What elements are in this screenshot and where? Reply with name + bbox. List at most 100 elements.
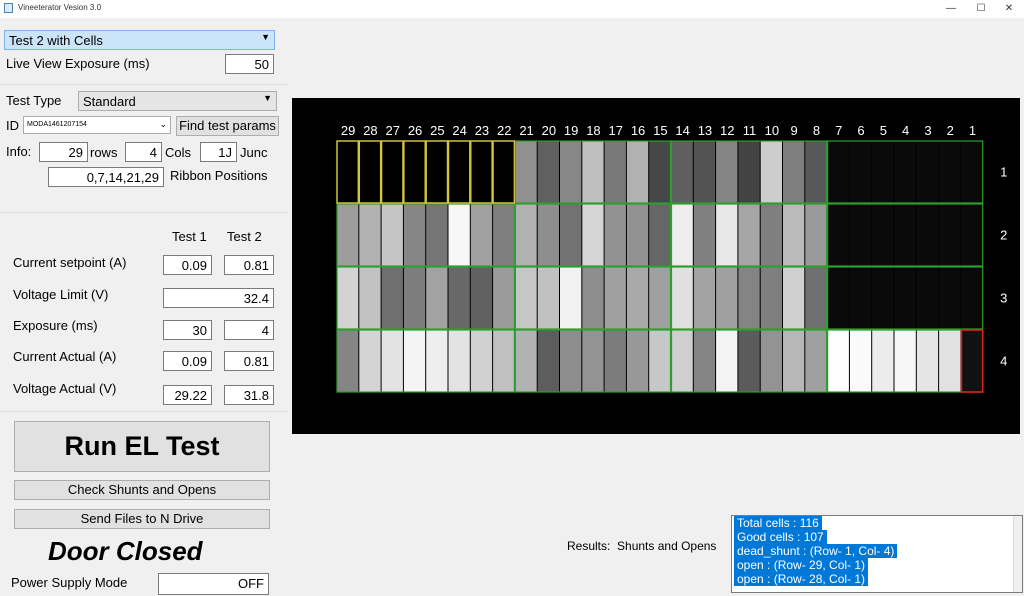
cell [849, 204, 872, 266]
test2-header: Test 2 [227, 229, 262, 244]
cell [649, 141, 671, 203]
cell [872, 330, 894, 392]
exposure-label: Exposure (ms) [13, 318, 98, 333]
column-label: 19 [564, 123, 578, 138]
cell [716, 267, 738, 329]
live-view-label: Live View Exposure (ms) [6, 56, 150, 71]
cell [894, 267, 916, 329]
close-button[interactable]: ✕ [994, 0, 1024, 18]
cell [738, 267, 760, 329]
column-label: 5 [880, 123, 887, 138]
results-list[interactable]: Total cells : 116 Good cells : 107 dead_… [731, 515, 1023, 593]
cell [359, 204, 381, 266]
cell [493, 141, 515, 203]
cell [604, 204, 626, 266]
current-setpoint-label: Current setpoint (A) [13, 255, 127, 270]
voltage-limit-input[interactable]: 32.4 [163, 288, 274, 308]
cell [760, 204, 782, 266]
cell [916, 330, 939, 392]
cell [783, 141, 805, 203]
cell [738, 204, 760, 266]
cell [560, 204, 582, 266]
results-line: Total cells : 116 [734, 516, 822, 530]
voltage-limit-label: Voltage Limit (V) [13, 287, 109, 302]
cell [337, 141, 359, 203]
cell [537, 267, 559, 329]
cell [426, 141, 448, 203]
cell [582, 141, 604, 203]
cell [805, 267, 827, 329]
cell [805, 141, 827, 203]
cell [738, 330, 760, 392]
test-type-select[interactable]: Standard ▼ [78, 91, 277, 111]
cell [671, 204, 693, 266]
column-label: 8 [813, 123, 820, 138]
test-select-value: Test 2 with Cells [9, 33, 103, 48]
row-label: 2 [1000, 228, 1007, 243]
column-label: 2 [947, 123, 954, 138]
exposure-test1-input[interactable]: 30 [163, 320, 212, 340]
column-label: 3 [924, 123, 931, 138]
cell [604, 330, 626, 392]
id-value: MODA1461207154 [27, 121, 87, 128]
cell [381, 204, 403, 266]
run-el-test-button[interactable]: Run EL Test [14, 421, 270, 472]
cell [849, 267, 872, 329]
cell [849, 330, 872, 392]
id-combo[interactable]: MODA1461207154 ⌄ [23, 116, 171, 134]
voltage-actual-test2-value: 31.8 [224, 385, 274, 405]
cell [403, 141, 426, 203]
exposure-test2-input[interactable]: 4 [224, 320, 274, 340]
live-view-exposure-input[interactable]: 50 [225, 54, 274, 74]
ribbon-positions-input[interactable]: 0,7,14,21,29 [48, 167, 164, 187]
door-status: Door Closed [48, 536, 203, 566]
cell [894, 330, 916, 392]
find-test-params-button[interactable]: Find test params [176, 116, 279, 136]
cell [939, 330, 961, 392]
test1-header: Test 1 [172, 229, 207, 244]
cols-input[interactable]: 4 [125, 142, 162, 162]
minimize-button[interactable]: — [936, 0, 966, 18]
cell [693, 330, 716, 392]
cell [626, 141, 649, 203]
rows-input[interactable]: 29 [39, 142, 88, 162]
cell [470, 204, 493, 266]
column-label: 14 [675, 123, 689, 138]
current-setpoint-test1-input[interactable]: 0.09 [163, 255, 212, 275]
cell [626, 267, 649, 329]
cell [961, 267, 983, 329]
results-label: Results: Shunts and Opens [567, 539, 716, 553]
cell [805, 330, 827, 392]
chevron-down-icon: ▼ [263, 93, 272, 103]
cell [359, 141, 381, 203]
send-files-button[interactable]: Send Files to N Drive [14, 509, 270, 529]
current-setpoint-test2-input[interactable]: 0.81 [224, 255, 274, 275]
column-label: 6 [857, 123, 864, 138]
results-line: open : (Row- 29, Col- 1) [734, 558, 869, 572]
cell [448, 330, 470, 392]
column-label: 24 [452, 123, 466, 138]
column-label: 11 [743, 123, 757, 138]
cell [961, 141, 983, 203]
results-scrollbar[interactable] [1013, 516, 1022, 592]
cell [337, 267, 359, 329]
divider [0, 411, 287, 412]
cell [493, 204, 515, 266]
test-select[interactable]: Test 2 with Cells ▼ [4, 30, 275, 50]
cell [426, 204, 448, 266]
current-actual-test1-value: 0.09 [163, 351, 212, 371]
cell [493, 267, 515, 329]
el-image-preview: 29 28 27 26 25 24 23 22 21 20 19 18 17 16 15 14 13 12 11 10… [292, 98, 1020, 434]
cell [827, 267, 849, 329]
cell [381, 141, 403, 203]
junc-input[interactable]: 1J [200, 142, 237, 162]
cell [649, 267, 671, 329]
cell [337, 204, 359, 266]
chevron-down-icon: ▼ [261, 32, 270, 42]
column-label: 28 [363, 123, 377, 138]
cell [872, 267, 894, 329]
cell [359, 330, 381, 392]
junc-label: Junc [240, 145, 268, 160]
check-shunts-button[interactable]: Check Shunts and Opens [14, 480, 270, 500]
maximize-button[interactable]: ☐ [966, 0, 996, 18]
